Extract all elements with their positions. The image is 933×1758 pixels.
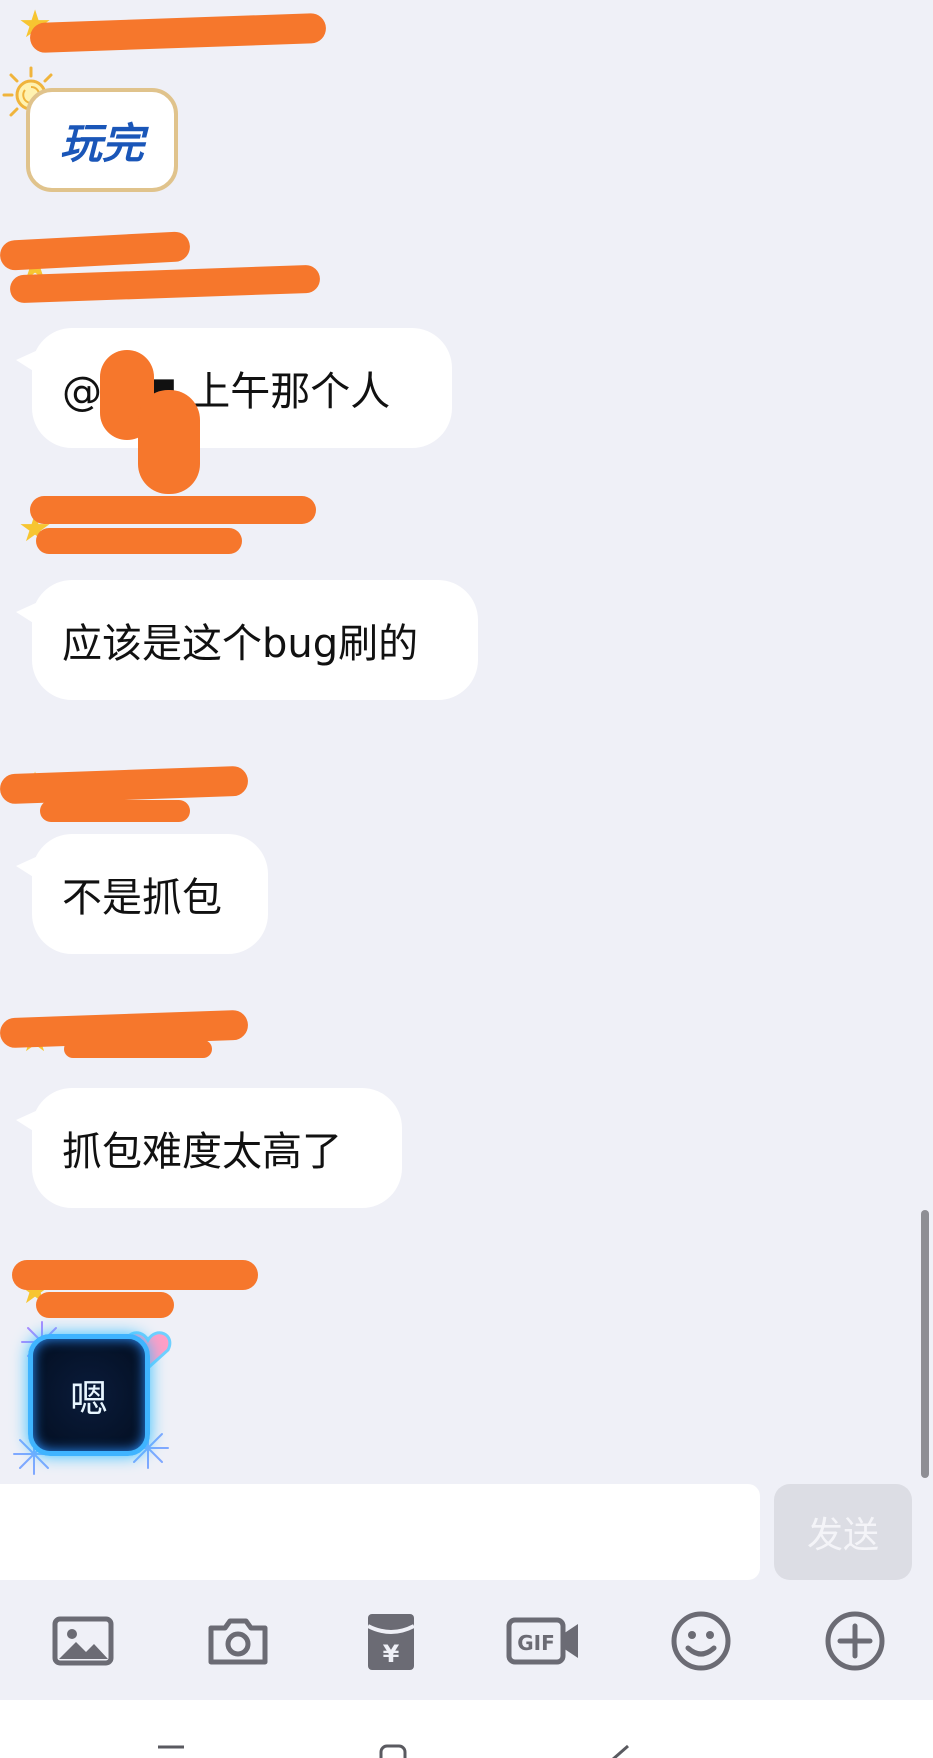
plus-icon[interactable]: [822, 1608, 888, 1674]
sticker-en[interactable]: 嗯: [28, 1334, 150, 1456]
input-toolbar: ¥ GIF: [0, 1598, 933, 1698]
redaction-mark: [64, 1040, 212, 1058]
message-bubble[interactable]: @■■ 上午那个人: [16, 328, 452, 448]
chat-screen: ★ 张大大 玩完 ★ @■■: [0, 0, 933, 1758]
system-nav-bar: [0, 1700, 933, 1758]
svg-text:¥: ¥: [383, 1640, 400, 1668]
sticker-wanwan[interactable]: 玩完: [26, 88, 178, 192]
gif-icon[interactable]: GIF: [506, 1608, 582, 1674]
redaction-mark: [138, 390, 200, 494]
message-input[interactable]: [0, 1484, 760, 1580]
redaction-mark: [36, 1292, 174, 1318]
send-button[interactable]: 发送: [774, 1484, 912, 1580]
emoji-icon[interactable]: [668, 1608, 734, 1674]
message-text: 不是抓包: [62, 875, 222, 921]
scrollbar[interactable]: [921, 1210, 929, 1478]
message-bubble[interactable]: 应该是这个bug刷的: [16, 580, 478, 700]
camera-icon[interactable]: [205, 1608, 271, 1674]
home-icon[interactable]: [378, 1744, 408, 1758]
menu-icon[interactable]: [156, 1744, 186, 1758]
message-bubble[interactable]: 抓包难度太高了: [16, 1088, 402, 1208]
message-list[interactable]: ★ 张大大 玩完 ★ @■■: [0, 0, 933, 1482]
input-row: 发送: [0, 1482, 933, 1584]
back-icon[interactable]: [604, 1744, 634, 1758]
message-bubble[interactable]: 不是抓包: [16, 834, 268, 954]
redaction-mark: [30, 496, 316, 524]
redaction-mark: [36, 528, 242, 554]
message-text: 应该是这个bug刷的: [62, 621, 419, 667]
message-text: 抓包难度太高了: [62, 1129, 342, 1175]
redaction-mark: [40, 800, 190, 822]
image-icon[interactable]: [50, 1608, 116, 1674]
red-packet-icon[interactable]: ¥: [358, 1608, 424, 1674]
svg-text:GIF: GIF: [517, 1631, 555, 1655]
redaction-mark: [12, 1260, 258, 1290]
